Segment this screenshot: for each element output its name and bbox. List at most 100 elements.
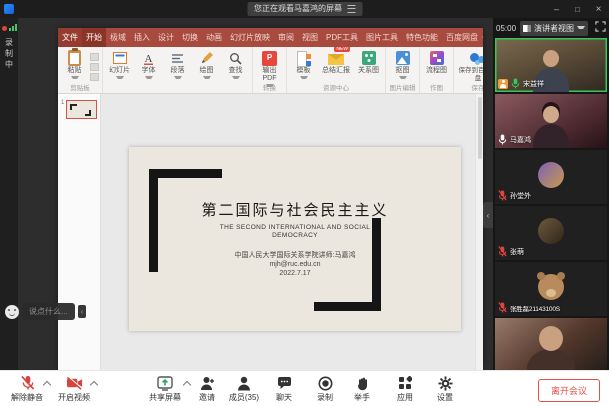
watching-banner[interactable]: 您正在观看马嘉鸿的屏幕 bbox=[247, 2, 362, 16]
save-to-pan-button[interactable]: 保存到百度网盘 bbox=[457, 50, 483, 83]
paste-button[interactable]: 粘贴 bbox=[61, 50, 88, 82]
chat-button[interactable]: 聊天 bbox=[262, 375, 306, 403]
cutout-button[interactable]: 抠图 bbox=[389, 50, 416, 82]
avatar-teddy-bear bbox=[538, 274, 564, 300]
slide-thumbnail-panel[interactable]: 1 bbox=[58, 94, 101, 370]
quick-chat-input[interactable]: 说点什么... bbox=[22, 303, 75, 320]
copy-icon[interactable] bbox=[90, 63, 99, 71]
slide-subtitle-en: THE SECOND INTERNATIONAL AND SOCIAL DEMO… bbox=[129, 224, 461, 240]
banner-menu-icon[interactable] bbox=[347, 5, 355, 13]
meeting-timer: 05:00 bbox=[496, 24, 516, 33]
mic-on-icon bbox=[498, 134, 507, 145]
group-label: 剪贴板 bbox=[58, 82, 102, 92]
leave-meeting-button[interactable]: 离开会议 bbox=[538, 379, 600, 402]
mic-muted-icon bbox=[498, 246, 507, 257]
picture-edit-group: 抠图 图片编辑 bbox=[386, 47, 420, 93]
save-group: 保存到百度网盘 保存 bbox=[454, 47, 483, 93]
find-button[interactable]: 查找 bbox=[222, 50, 249, 82]
layout-icon bbox=[523, 25, 531, 32]
participant-tile[interactable]: 张萌 bbox=[495, 206, 607, 260]
network-signal-icon bbox=[9, 24, 17, 31]
template-button[interactable]: 模板 bbox=[290, 50, 317, 82]
participant-tile[interactable]: 张胜磊21143100S bbox=[495, 262, 607, 316]
participant-tile[interactable]: 宋益祥 bbox=[495, 38, 607, 92]
wps-menu-tab[interactable]: 审阅 bbox=[274, 28, 298, 47]
maximize-button[interactable] bbox=[567, 4, 588, 14]
mic-muted-icon bbox=[498, 302, 507, 313]
diagram-button[interactable]: 关系图 bbox=[355, 50, 382, 75]
baidu-pan-icon bbox=[470, 53, 483, 65]
chat-collapse-button[interactable]: ‹ bbox=[78, 305, 87, 318]
apps-button[interactable]: 应用 bbox=[383, 375, 427, 403]
participant-tile[interactable]: 孙堂外 bbox=[495, 150, 607, 204]
share-screen-button[interactable]: 共享屏幕 bbox=[143, 375, 187, 403]
font-button[interactable]: A 字体 bbox=[135, 50, 162, 82]
participant-video bbox=[495, 318, 607, 370]
mic-on-icon bbox=[511, 78, 520, 89]
flowchart-button[interactable]: 流程图 bbox=[423, 50, 450, 75]
meeting-toolbar: 解除静音 开启视频 共享屏幕 邀请 成员(35) 聊天 录制 bbox=[0, 370, 609, 406]
cut-icon[interactable] bbox=[90, 53, 99, 61]
slide-title: 第二国际与社会民主主义 bbox=[129, 199, 461, 220]
wps-menu-tab[interactable]: 动画 bbox=[202, 28, 226, 47]
participant-tile[interactable]: 马嘉鸿 bbox=[495, 94, 607, 148]
sidebar-collapse-handle[interactable]: ‹ bbox=[483, 202, 493, 228]
raise-hand-button[interactable]: 举手 bbox=[340, 375, 384, 403]
members-button[interactable]: 成员(35) bbox=[222, 375, 266, 403]
participant-tile[interactable] bbox=[495, 318, 607, 370]
slide-canvas[interactable]: 第二国际与社会民主主义 THE SECOND INTERNATIONAL AND… bbox=[101, 94, 483, 370]
unmute-button[interactable]: 解除静音 bbox=[5, 375, 49, 403]
wps-ribbon: 粘贴 剪贴板 幻灯片 A 字体 bbox=[58, 47, 483, 94]
settings-button[interactable]: 设置 bbox=[423, 375, 467, 403]
canvas-scrollbar[interactable] bbox=[475, 94, 483, 370]
slide-thumbnail[interactable] bbox=[66, 100, 97, 119]
wps-menu-tab[interactable]: 图片工具 bbox=[362, 28, 402, 47]
report-envelope-icon bbox=[328, 54, 344, 65]
dropdown-icon bbox=[577, 26, 585, 32]
report-button[interactable]: NEW 总结汇报 bbox=[319, 50, 353, 75]
invite-person-icon bbox=[200, 375, 215, 391]
convert-group: P 输出PDF 转换 bbox=[253, 47, 287, 93]
titlebar: 您正在观看马嘉鸿的屏幕 bbox=[0, 0, 609, 18]
template-icon bbox=[297, 51, 311, 65]
slide[interactable]: 第二国际与社会民主主义 THE SECOND INTERNATIONAL AND… bbox=[129, 147, 461, 331]
wps-menu-tab[interactable]: 设计 bbox=[154, 28, 178, 47]
participant-tiles: 宋益祥 马嘉鸿 孙堂外 bbox=[495, 38, 607, 370]
app-logo-icon bbox=[4, 4, 14, 14]
wps-menu-tab[interactable]: 切换 bbox=[178, 28, 202, 47]
wps-menu-tab[interactable]: PDF工具 bbox=[322, 28, 362, 47]
draw-button[interactable]: 绘图 bbox=[193, 50, 220, 82]
clipboard-mini-buttons[interactable] bbox=[90, 50, 99, 81]
wps-menu-tab[interactable]: 百度网盘 bbox=[442, 28, 482, 47]
slide-author-block: 中国人民大学国际关系学院讲师:马嘉鸿 mjh@ruc.edu.cn 2022.7… bbox=[129, 251, 461, 278]
wps-menu-tab[interactable]: 视图 bbox=[298, 28, 322, 47]
wps-menu-tab[interactable]: 幻灯片放映 bbox=[226, 28, 274, 47]
meeting-window: 您正在观看马嘉鸿的屏幕 录制中 说点什么... ‹ 文件 开始 极域 bbox=[0, 0, 609, 406]
mic-muted-icon bbox=[498, 190, 507, 201]
view-mode-button[interactable]: 演讲者视图 bbox=[520, 21, 588, 36]
picture-icon bbox=[396, 51, 410, 65]
avatar bbox=[538, 162, 564, 188]
emoji-button[interactable] bbox=[5, 305, 19, 319]
wps-menu-tab[interactable]: 文件 bbox=[58, 28, 82, 47]
paragraph-button[interactable]: 段落 bbox=[164, 50, 191, 82]
minimize-button[interactable] bbox=[546, 4, 567, 14]
close-button[interactable] bbox=[588, 4, 609, 15]
format-painter-icon[interactable] bbox=[90, 73, 99, 81]
wps-menu-tab[interactable]: 极域 bbox=[106, 28, 130, 47]
wps-menu-tab[interactable]: 特色功能 bbox=[402, 28, 442, 47]
slides-button[interactable]: 幻灯片 bbox=[106, 50, 133, 82]
chat-bubble-icon bbox=[277, 375, 292, 391]
banner-text: 您正在观看马嘉鸿的屏幕 bbox=[254, 4, 342, 14]
slide-email: mjh@ruc.edu.cn bbox=[129, 260, 461, 269]
participants-sidebar: 05:00 演讲者视图 宋益祥 bbox=[493, 18, 609, 370]
fullscreen-button[interactable] bbox=[595, 19, 606, 37]
vip-button[interactable]: 会员专享 bbox=[482, 32, 483, 43]
shared-wps-window: 文件 开始 极域 插入 设计 切换 动画 幻灯片放映 审阅 视图 PDF工具 bbox=[58, 28, 483, 370]
clipboard-icon bbox=[68, 50, 81, 66]
wps-menu-tab[interactable]: 开始 bbox=[82, 28, 106, 47]
members-icon bbox=[237, 375, 251, 391]
wps-menu-tab[interactable]: 插入 bbox=[130, 28, 154, 47]
start-video-button[interactable]: 开启视频 bbox=[52, 375, 96, 403]
diagram-icon bbox=[362, 51, 376, 65]
